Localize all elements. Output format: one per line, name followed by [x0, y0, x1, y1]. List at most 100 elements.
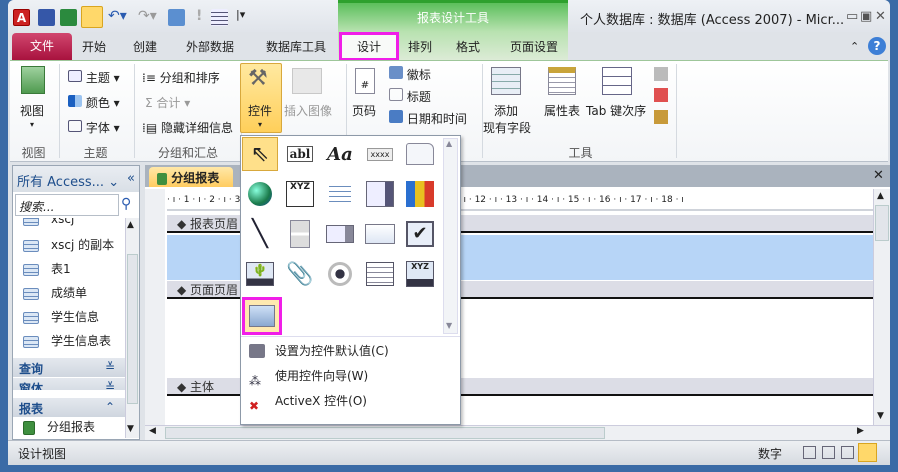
- check-box-control[interactable]: ✔: [402, 217, 438, 251]
- nav-scrollbar[interactable]: ▲ ▼: [125, 218, 139, 438]
- tab-page-setup[interactable]: 页面设置: [502, 37, 566, 60]
- page-break-control[interactable]: [282, 217, 318, 251]
- document-hscrollbar[interactable]: ◀ ▶: [145, 425, 890, 440]
- scroll-up-icon[interactable]: ▲: [446, 139, 452, 148]
- navigation-control[interactable]: [322, 177, 358, 211]
- scroll-up-icon[interactable]: ▲: [127, 220, 134, 230]
- activex-controls-item[interactable]: ✖ ActiveX 控件(O): [241, 389, 460, 414]
- tab-order-button[interactable]: Tab 键次序: [586, 102, 646, 119]
- nav-search-input[interactable]: 搜索...: [15, 194, 119, 216]
- nav-item-table[interactable]: xscj: [23, 218, 74, 234]
- convert-macros-icon[interactable]: [654, 110, 668, 124]
- undo-icon[interactable]: ↶▾: [108, 8, 127, 24]
- add-existing-fields-button[interactable]: 添加 现有字段: [483, 102, 531, 136]
- document-vscrollbar[interactable]: ▲ ▼: [873, 189, 890, 425]
- redo-icon[interactable]: ↷▾: [138, 8, 157, 24]
- nav-category-queries[interactable]: 查询 ≚: [13, 358, 125, 377]
- colors-button[interactable]: 颜色 ▾: [68, 94, 120, 111]
- layout-view-icon[interactable]: [841, 446, 854, 459]
- scroll-thumb[interactable]: [165, 427, 605, 439]
- attachment-control[interactable]: 📎: [282, 257, 318, 291]
- tab-create[interactable]: 创建: [125, 37, 165, 60]
- label-control[interactable]: Aa: [322, 137, 358, 171]
- group-sort-button[interactable]: ⁞≡ 分组和排序: [142, 69, 220, 86]
- tab-design[interactable]: 设计: [339, 32, 399, 61]
- option-group-control[interactable]: [362, 257, 398, 291]
- hyperlink-control[interactable]: [242, 177, 278, 211]
- text-box-control[interactable]: abl: [282, 137, 318, 171]
- property-sheet-button[interactable]: 属性表: [544, 102, 580, 119]
- table-icon[interactable]: [211, 9, 228, 26]
- chart-control[interactable]: [402, 177, 438, 211]
- scroll-right-icon[interactable]: ▶: [857, 426, 864, 436]
- scroll-down-icon[interactable]: ▼: [127, 424, 134, 434]
- image-control[interactable]: [242, 297, 282, 335]
- fonts-button[interactable]: 字体 ▾: [68, 119, 120, 136]
- view-code-icon[interactable]: [654, 88, 668, 102]
- logo-button[interactable]: 徽标: [389, 66, 431, 83]
- tab-format[interactable]: 格式: [448, 37, 488, 60]
- nav-item-table[interactable]: xscj 的副本: [23, 236, 114, 258]
- close-button[interactable]: ✕: [875, 9, 886, 24]
- minimize-button[interactable]: ▭: [846, 9, 858, 24]
- hide-details-button[interactable]: ⁞▤ 隐藏详细信息: [142, 119, 233, 136]
- totals-button[interactable]: Σ 合计 ▾: [145, 94, 190, 111]
- nav-header[interactable]: 所有 Access... ⌄ «: [13, 166, 139, 192]
- report-view-icon[interactable]: [803, 446, 816, 459]
- set-control-defaults-item[interactable]: 设置为控件默认值(C): [241, 339, 460, 364]
- nav-item-report[interactable]: 分组报表: [23, 418, 95, 440]
- view-icon[interactable]: [21, 66, 45, 94]
- search-icon[interactable]: ⚲: [121, 196, 131, 212]
- gallery-scrollbar[interactable]: ▲ ▼: [443, 138, 458, 334]
- scroll-left-icon[interactable]: ◀: [149, 426, 156, 436]
- web-browser-control[interactable]: XYZ: [282, 177, 318, 211]
- title-button[interactable]: 标题: [389, 88, 431, 105]
- scroll-up-icon[interactable]: ▲: [877, 191, 884, 201]
- nav-item-table[interactable]: 成绩单: [23, 284, 87, 306]
- scroll-down-icon[interactable]: ▼: [877, 411, 884, 421]
- scroll-down-icon[interactable]: ▼: [446, 321, 452, 330]
- nav-item-table[interactable]: 表1: [23, 260, 71, 282]
- page-number-button[interactable]: 页码: [352, 102, 376, 119]
- collapse-nav-icon[interactable]: «: [127, 171, 135, 186]
- excel-export-icon[interactable]: [60, 9, 77, 26]
- close-document-icon[interactable]: ✕: [873, 168, 884, 183]
- option-button-control[interactable]: [322, 257, 358, 291]
- nav-item-table[interactable]: 学生信息表: [23, 332, 111, 354]
- tab-database-tools[interactable]: 数据库工具: [256, 37, 336, 60]
- scroll-thumb[interactable]: [127, 254, 138, 404]
- themes-button[interactable]: 主题 ▾: [68, 69, 120, 86]
- nav-category-reports[interactable]: 报表 ⌃: [13, 398, 125, 417]
- nav-item-table[interactable]: 学生信息: [23, 308, 99, 330]
- date-time-button[interactable]: 日期和时间: [389, 110, 467, 127]
- list-box-control[interactable]: [322, 217, 358, 251]
- tab-control[interactable]: [402, 137, 438, 171]
- select-pointer-icon[interactable]: ⇖: [242, 137, 278, 171]
- save-icon[interactable]: [38, 9, 55, 26]
- button-control[interactable]: xxxx: [362, 137, 398, 171]
- nav-category-forms[interactable]: 窗体 ≚: [13, 378, 125, 390]
- insert-image-button[interactable]: 插入图像: [284, 102, 332, 119]
- tab-arrange[interactable]: 排列: [400, 37, 440, 60]
- maximize-button[interactable]: ▣: [860, 9, 872, 24]
- tab-file[interactable]: 文件: [12, 33, 72, 60]
- customize-qat-icon[interactable]: |▾: [236, 8, 245, 21]
- design-view-icon[interactable]: [81, 6, 103, 28]
- chevron-down-circle-icon[interactable]: ⌄: [108, 175, 119, 190]
- design-view-icon[interactable]: [858, 443, 877, 462]
- scroll-thumb[interactable]: [875, 205, 889, 241]
- combo-box-control[interactable]: [362, 177, 398, 211]
- use-control-wizards-item[interactable]: ⁂ 使用控件向导(W): [241, 364, 460, 389]
- run-icon[interactable]: !: [196, 8, 202, 24]
- view-button[interactable]: 视图: [20, 102, 44, 119]
- bound-object-control[interactable]: XYZ: [402, 257, 438, 291]
- tab-home[interactable]: 开始: [74, 37, 114, 60]
- view-icon[interactable]: [168, 9, 185, 26]
- print-preview-icon[interactable]: [822, 446, 835, 459]
- subform-icon[interactable]: [654, 67, 668, 81]
- line-control[interactable]: ╲: [242, 217, 278, 251]
- document-tab[interactable]: 分组报表: [149, 167, 233, 187]
- unbound-object-control[interactable]: 🌵: [242, 257, 278, 291]
- rectangle-control[interactable]: [362, 217, 398, 251]
- tab-external-data[interactable]: 外部数据: [178, 37, 242, 60]
